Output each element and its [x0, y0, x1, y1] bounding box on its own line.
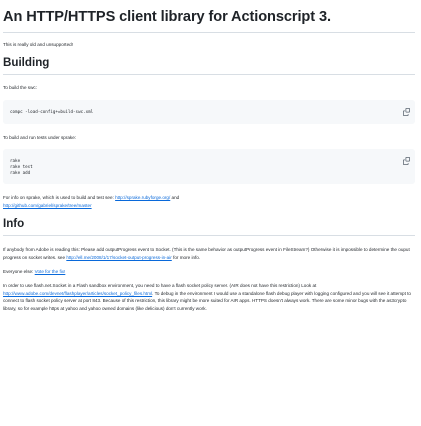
vote-link[interactable]: Vote for the fix! [35, 269, 66, 274]
page-title: An HTTP/HTTPS client library for Actions… [3, 0, 415, 33]
policy-server-text: In order to use flash.net.Socket in a Fl… [3, 282, 415, 312]
run-code: rake rake test rake add [3, 149, 415, 184]
run-text: To build and run tests under sprake: [3, 134, 77, 140]
everyone-else-text: Everyone else: Vote for the fix! [3, 268, 415, 275]
intro-text: This is really old and unsupported! [3, 42, 73, 47]
sprake-link[interactable]: http://sprake.rubyforge.org/ [115, 195, 170, 200]
more-info-text: For info on sprake, which is used to bui… [3, 194, 415, 209]
text-span: and [170, 195, 180, 201]
text-span: For info on sprake, which is used to bui… [3, 195, 116, 201]
copy-icon[interactable] [402, 157, 410, 166]
copy-icon[interactable] [402, 107, 410, 116]
sprake-github-link[interactable]: http://github.com/gabriel/sprake/tree/ma… [3, 203, 92, 208]
output-progress-link[interactable]: http://ell.me/2008/1/17/socket-output-pr… [66, 255, 171, 260]
socket-policy-link[interactable]: http://www.adobe.com/devnet/flashplayer/… [3, 291, 152, 296]
code-line: rake add [10, 169, 31, 175]
text-span: In order to use flash.net.Socket in a Fl… [3, 283, 317, 289]
building-heading: Building [3, 56, 415, 76]
text-span: Everyone else: [3, 269, 35, 275]
readme: An HTTP/HTTPS client library for Actions… [3, 0, 415, 312]
code-line: rake [10, 158, 21, 164]
build-code-block: compc -load-config+=build-swc.xml [3, 99, 415, 124]
adobe-request-text: If anybody from Adobe is reading this: P… [3, 246, 415, 261]
code-line: rake test [10, 163, 33, 169]
build-code: compc -load-config+=build-swc.xml [10, 108, 94, 114]
run-code-block: rake rake test rake add [3, 149, 415, 185]
text-span: If anybody from Adobe is reading this: P… [3, 247, 410, 260]
info-heading: Info [3, 217, 415, 237]
build-text: To build the swc: [3, 85, 37, 91]
text-span: for more info. [171, 254, 201, 260]
